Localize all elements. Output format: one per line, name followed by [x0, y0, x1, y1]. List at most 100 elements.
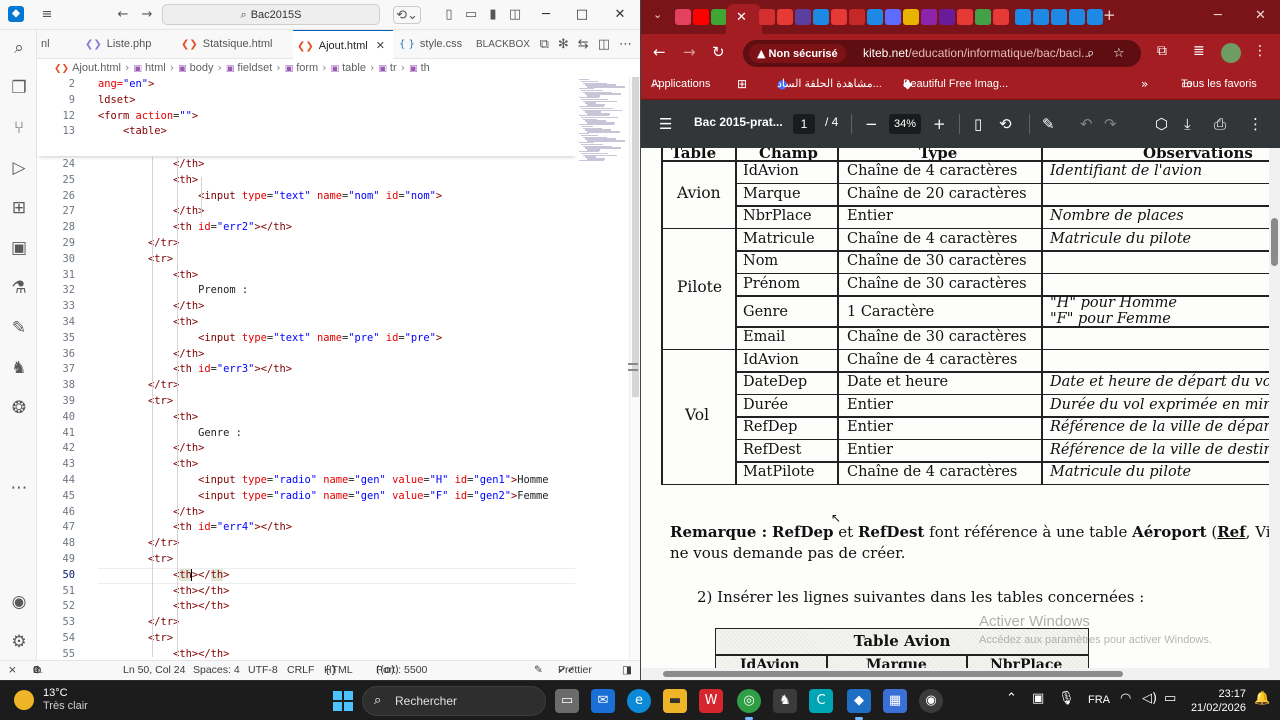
favicon-youtube-icon[interactable] [777, 9, 793, 25]
code-line[interactable]: 54 <tr> [37, 631, 577, 647]
download-icon[interactable]: ⤓ [1184, 115, 1191, 133]
favicon-generic-icon[interactable] [1033, 9, 1049, 25]
code-line[interactable]: 35 <input type="text" name="pre" id="pre… [37, 331, 577, 347]
search-icon[interactable]: ⌕ [7, 36, 31, 60]
grid-icon[interactable]: ⊞ [737, 72, 747, 96]
breadcrumb-item[interactable]: form [296, 62, 318, 74]
zoom-in-icon[interactable]: + [933, 115, 946, 133]
pdf-scrollbar[interactable] [1269, 148, 1280, 680]
pdf-viewer[interactable]: Table Champ Type Observations Avion Pilote Vol… [641, 148, 1280, 680]
code-line[interactable]: 33 </th> [37, 299, 577, 315]
open-preview-icon[interactable]: ⧉ [540, 37, 549, 52]
extensions-icon[interactable]: ⊞ [7, 196, 31, 220]
tools-icon[interactable]: ✎ [534, 661, 543, 680]
compare-icon[interactable]: ⇆ [578, 37, 589, 52]
favicon-generic-icon[interactable] [795, 9, 811, 25]
annotate-icon[interactable]: ✎ [1042, 115, 1055, 133]
volume-icon[interactable]: ◁) [1142, 691, 1157, 706]
favicon-youtube-icon[interactable] [993, 9, 1009, 25]
copilot-chat-icon[interactable]: ❂ [7, 396, 31, 420]
favicon-k-icon[interactable] [711, 9, 727, 25]
rotate-icon[interactable]: ⟲ [999, 115, 1012, 133]
taskbar-search[interactable]: ⌕ Rechercher [362, 686, 546, 716]
tab[interactable]: BLACKBOX [472, 30, 532, 59]
code-line[interactable]: 42 </th> [37, 441, 577, 457]
more-icon[interactable]: ⋯ [7, 476, 31, 500]
wifi-icon[interactable]: ◠ [1120, 691, 1131, 706]
favicon-generic-icon[interactable] [813, 9, 829, 25]
favicon-generic-icon[interactable] [975, 9, 991, 25]
live-share-icon[interactable]: ✎ [7, 316, 31, 340]
tab[interactable]: { } style.css [395, 30, 473, 59]
microphone-icon[interactable]: 🎙 [1058, 691, 1075, 706]
scrollbar-thumb[interactable] [632, 77, 639, 397]
favicon-youtube-icon[interactable] [693, 9, 709, 25]
toggle-panel-icon[interactable]: ▭ [462, 6, 480, 24]
code-line[interactable]: 28 <th id="err2"></th> [37, 220, 577, 236]
code-line[interactable]: 37 <th id="err3"></th> [37, 362, 577, 378]
code-line[interactable]: 53 </tr> [37, 615, 577, 631]
active-tab[interactable]: ✕ [726, 4, 762, 34]
favicon-generic-icon[interactable] [1015, 9, 1031, 25]
favicon-youtube-icon[interactable] [849, 9, 865, 25]
app-icon[interactable]: ♞ [773, 689, 797, 713]
copilot-icon[interactable]: ⟲⌄ [393, 6, 421, 24]
fit-page-icon[interactable]: ▯ [974, 115, 982, 133]
code-line[interactable]: 52 <th></th> [37, 599, 577, 615]
source-control-icon[interactable]: ⑂ [7, 116, 31, 140]
more-actions-icon[interactable]: ⋯ [619, 37, 632, 52]
favicon-generic-icon[interactable] [867, 9, 883, 25]
weather-widget[interactable]: 13°C Très clair [43, 687, 88, 713]
file-explorer-icon[interactable]: ▬ [663, 689, 687, 713]
favicon-generic-icon[interactable] [921, 9, 937, 25]
tab[interactable]: ❮❯ Statsique.html [177, 30, 299, 59]
profile-avatar[interactable] [1221, 43, 1241, 63]
close-button[interactable]: ✕ [606, 4, 634, 26]
settings-gear-icon[interactable]: ⚙ [7, 630, 31, 654]
reading-list-icon[interactable]: ≣ [1193, 43, 1205, 59]
code-line[interactable]: 41 Genre : [37, 426, 577, 442]
scrollbar-thumb[interactable] [1271, 218, 1278, 266]
toggle-sidebar-icon[interactable]: ▯ [440, 6, 458, 24]
code-line[interactable]: 46 </th> [37, 505, 577, 521]
openai-icon[interactable]: ✻ [558, 37, 569, 52]
favicon-k-icon[interactable] [759, 9, 775, 25]
code-line[interactable]: 26 <input type="text" name="nom" id="nom… [37, 189, 577, 205]
chevron-double-right-icon[interactable]: » [1141, 72, 1148, 96]
favicon-generic-icon[interactable] [1069, 9, 1085, 25]
favicon-youtube-icon[interactable] [675, 9, 691, 25]
scrollbar-thumb[interactable] [663, 671, 1123, 677]
split-handle[interactable] [628, 363, 638, 371]
code-line[interactable]: 13 <table> [37, 124, 577, 140]
address-bar[interactable]: ▲ Non sécurisé kiteb.net/education/infor… [743, 40, 1141, 67]
code-line[interactable]: 43 <th> [37, 457, 577, 473]
tab-search-icon[interactable]: ⌄ [653, 8, 662, 21]
code-line[interactable]: 44 <input type="radio" name="gen" value=… [37, 473, 577, 489]
code-line[interactable]: 39 <tr> [37, 394, 577, 410]
print-icon[interactable]: ⎙ [1214, 115, 1226, 133]
close-tab-icon[interactable]: ✕ [736, 10, 747, 25]
code-line[interactable]: 12 <form action=""> [37, 109, 577, 125]
breadcrumb-item[interactable]: table [342, 62, 366, 74]
back-icon[interactable]: ← [653, 43, 666, 61]
favicon-youtube-icon[interactable] [831, 9, 847, 25]
forward-icon[interactable]: → [683, 43, 696, 61]
command-center[interactable]: ⌕ Bac2015S [162, 4, 380, 25]
code-line[interactable]: 32 Prenom : [37, 283, 577, 299]
breadcrumb-item[interactable]: html [145, 62, 166, 74]
code-line[interactable]: 2 ang="en"> [37, 77, 577, 93]
more-options-icon[interactable]: ⋮ [1248, 115, 1263, 133]
keyboard-language[interactable]: FRA [1088, 694, 1110, 706]
favicon-generic-icon[interactable] [1051, 9, 1067, 25]
edge-icon[interactable]: e [627, 689, 651, 713]
breadcrumb-item[interactable]: fieldset [237, 62, 272, 74]
indentation[interactable]: Spaces: 4 [193, 661, 240, 680]
split-editor-icon[interactable]: ◫ [598, 37, 610, 52]
code-line[interactable]: 29 </tr> [37, 236, 577, 252]
search-lens-icon[interactable]: ⌕ [1087, 40, 1094, 67]
favicon-generic-icon[interactable] [939, 9, 955, 25]
vscode-icon[interactable]: ◆ [847, 689, 871, 720]
breadcrumb-item[interactable]: body [190, 62, 214, 74]
app-icon[interactable]: ◉ [919, 689, 943, 713]
explorer-icon[interactable]: ❐ [7, 76, 31, 100]
